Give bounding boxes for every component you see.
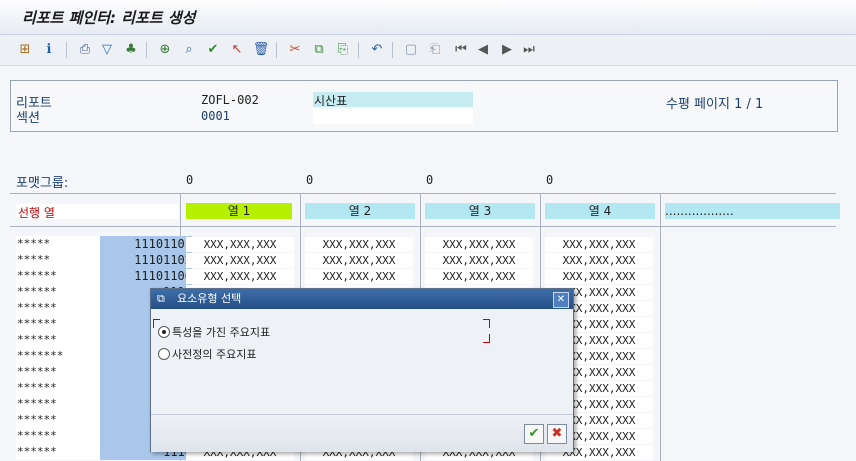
section-id: 0001 <box>201 109 230 123</box>
option-2-label: 사전정의 주요지표 <box>172 348 257 361</box>
paste-icon[interactable]: ⎘ <box>334 41 352 59</box>
toolbar-separator <box>358 42 359 58</box>
focus-corner <box>483 334 490 343</box>
table-cell[interactable]: XXX,XXX,XXX <box>425 269 533 284</box>
table-cell[interactable]: XXX,XXX,XXX <box>186 253 294 268</box>
row-mask: ****** <box>16 300 101 316</box>
confirm-button[interactable]: ✔ <box>524 424 544 444</box>
toolbar-separator <box>66 42 67 58</box>
last-page-icon[interactable]: ⏭ <box>520 41 538 59</box>
row-mask: ****** <box>16 428 101 444</box>
column-header-1[interactable]: 열 1 <box>186 203 292 219</box>
close-icon[interactable]: ✕ <box>553 292 569 308</box>
table-cell[interactable]: XXX,XXX,XXX <box>425 253 533 268</box>
lead-column-label: 선행 열 <box>18 206 55 220</box>
table-cell[interactable]: XXX,XXX,XXX <box>545 237 653 252</box>
lead-column-header[interactable]: 선행 열 <box>16 204 178 220</box>
table-cell[interactable]: XXX,XXX,XXX <box>186 237 294 252</box>
filter-icon[interactable]: ▽ <box>98 41 116 59</box>
toolbar-separator <box>276 42 277 58</box>
toolbar-separator <box>392 42 393 58</box>
report-desc: 시산표 <box>314 94 348 108</box>
row-number: 11101100 <box>100 268 192 284</box>
row-mask: ***** <box>16 236 101 252</box>
radio-option-1[interactable] <box>158 326 170 338</box>
print-icon[interactable]: ⎙ <box>76 41 94 59</box>
table-row[interactable]: ****** 11101100 <box>16 268 192 284</box>
format-group-label: 포맷그룹: <box>16 176 69 191</box>
prev-page-icon[interactable]: ◀ <box>474 41 492 59</box>
row-number: 11101102 <box>100 252 192 268</box>
cancel-button[interactable]: ✖ <box>547 424 567 444</box>
table-row[interactable]: ***** 11101101 <box>16 236 192 252</box>
table-cell[interactable]: XXX,XXX,XXX <box>305 253 413 268</box>
table-cell[interactable]: XXX,XXX,XXX <box>305 237 413 252</box>
select-icon[interactable]: ↖ <box>228 41 246 59</box>
dialog-title-bar: ⧉ 요소유형 선택 ✕ <box>151 289 573 309</box>
column-separator <box>660 194 661 461</box>
toolbar-separator <box>146 42 147 58</box>
table-cell[interactable]: XXX,XXX,XXX <box>186 269 294 284</box>
title-bar: 리포트 페인터: 리포트 생성 <box>0 0 856 35</box>
column-header-3[interactable]: 열 3 <box>425 203 535 219</box>
find-icon[interactable]: ⌕ <box>180 41 198 59</box>
format-group-3: 0 <box>426 173 434 187</box>
table-cell[interactable]: XXX,XXX,XXX <box>545 269 653 284</box>
undo-icon[interactable]: ↶ <box>368 41 386 59</box>
add-row-icon[interactable]: ⊕ <box>156 41 174 59</box>
section-label: 섹션 <box>16 111 40 126</box>
hierarchy-icon[interactable]: ♣ <box>122 41 140 59</box>
column-header-4[interactable]: 열 4 <box>545 203 655 219</box>
row-number: 11101101 <box>100 236 192 252</box>
first-page-icon[interactable]: ⏮ <box>452 41 470 59</box>
cut-icon[interactable]: ✂ <box>286 41 304 59</box>
table-cell[interactable]: XXX,XXX,XXX <box>425 237 533 252</box>
column-header-2[interactable]: 열 2 <box>305 203 415 219</box>
radio-option-2[interactable] <box>158 348 170 360</box>
row-mask: ****** <box>16 332 101 348</box>
row-mask: ****** <box>16 268 101 284</box>
format-group-4: 0 <box>546 173 554 187</box>
divider <box>10 226 836 227</box>
info-icon[interactable]: ℹ <box>40 41 58 59</box>
table-cell[interactable]: XXX,XXX,XXX <box>545 253 653 268</box>
divider <box>10 193 836 194</box>
format-group-2: 0 <box>306 173 314 187</box>
delete-icon[interactable]: 🗑 <box>252 41 270 59</box>
dialog-title: 요소유형 선택 <box>177 292 242 305</box>
report-id: ZOFL-002 <box>201 93 259 107</box>
row-mask: ****** <box>16 316 101 332</box>
focus-corner <box>483 319 490 328</box>
check-icon[interactable]: ✔ <box>204 41 222 59</box>
element-type-dialog: ⧉ 요소유형 선택 ✕ 특성을 가진 주요지표 사전정의 주요지표 ✔ ✖ <box>150 288 574 452</box>
section-desc-field[interactable] <box>313 109 473 124</box>
row-mask: ****** <box>16 364 101 380</box>
report-desc-field[interactable]: 시산표 <box>313 92 473 108</box>
option-1-label: 특성을 가진 주요지표 <box>172 326 271 339</box>
header-panel: 리포트 섹션 ZOFL-002 0001 시산표 수평 페이지 1 / 1 <box>10 80 838 132</box>
table-cell[interactable]: XXX,XXX,XXX <box>305 269 413 284</box>
format-group-1: 0 <box>186 173 194 187</box>
row-mask: ****** <box>16 396 101 412</box>
page-icon[interactable]: ▢ <box>402 41 420 59</box>
row-mask: ***** <box>16 252 101 268</box>
column-header-new[interactable]: .................. <box>665 203 840 219</box>
page-info: 수평 페이지 1 / 1 <box>666 97 764 112</box>
row-mask: ******* <box>16 348 101 364</box>
structure-icon[interactable]: ⊞ <box>16 41 34 59</box>
next-page-icon[interactable]: ▶ <box>498 41 516 59</box>
row-mask: ****** <box>16 284 101 300</box>
dialog-icon: ⧉ <box>157 292 165 305</box>
dialog-footer <box>151 414 573 452</box>
copy-icon[interactable]: ⧉ <box>310 41 328 59</box>
row-mask: ****** <box>16 380 101 396</box>
row-mask: ****** <box>16 412 101 428</box>
window-title: 리포트 페인터: 리포트 생성 <box>22 9 196 27</box>
table-row[interactable]: ***** 11101102 <box>16 252 192 268</box>
application-toolbar: ⊞ ℹ ⎙ ▽ ♣ ⊕ ⌕ ✔ ↖ 🗑 ✂ ⧉ ⎘ ↶ ▢ ⎗ ⏮ ◀ ▶ ⏭ <box>0 35 856 66</box>
page-export-icon[interactable]: ⎗ <box>426 41 444 59</box>
row-mask: ****** <box>16 444 101 460</box>
